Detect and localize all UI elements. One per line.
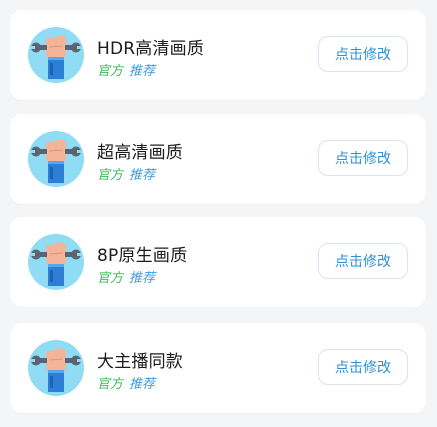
tag-official: 官方 [97, 168, 124, 183]
tag-recommend: 推荐 [129, 64, 156, 79]
preset-tags: 官方 推荐 [97, 164, 155, 183]
tag-recommend: 推荐 [129, 377, 156, 392]
tag-recommend: 推荐 [129, 271, 156, 286]
preset-card: 超高清画质 官方 推荐 点击修改 [10, 114, 426, 204]
tag-recommend: 推荐 [129, 168, 156, 183]
wrench-hand-icon [28, 131, 84, 187]
preset-title: 8P原生画质 [97, 246, 188, 266]
preset-title: 大主播同款 [97, 352, 183, 372]
preset-card: 大主播同款 官方 推荐 点击修改 [10, 323, 426, 413]
preset-card: 8P原生画质 官方 推荐 点击修改 [10, 217, 426, 307]
preset-tags: 官方 推荐 [97, 60, 155, 79]
edit-button[interactable]: 点击修改 [318, 349, 408, 385]
preset-tags: 官方 推荐 [97, 267, 155, 286]
edit-button[interactable]: 点击修改 [318, 140, 408, 176]
tag-official: 官方 [97, 64, 124, 79]
tag-official: 官方 [97, 377, 124, 392]
edit-button[interactable]: 点击修改 [318, 243, 408, 279]
tag-official: 官方 [97, 271, 124, 286]
preset-title: 超高清画质 [97, 143, 183, 163]
wrench-hand-icon [28, 340, 84, 396]
preset-title: HDR高清画质 [97, 39, 205, 59]
preset-tags: 官方 推荐 [97, 373, 155, 392]
wrench-hand-icon [28, 234, 84, 290]
wrench-hand-icon [28, 27, 84, 83]
preset-list: HDR高清画质 官方 推荐 点击修改 超高清画质 官方 推荐 点击修改 8P原生… [10, 10, 426, 427]
edit-button[interactable]: 点击修改 [318, 36, 408, 72]
preset-card: HDR高清画质 官方 推荐 点击修改 [10, 10, 426, 100]
